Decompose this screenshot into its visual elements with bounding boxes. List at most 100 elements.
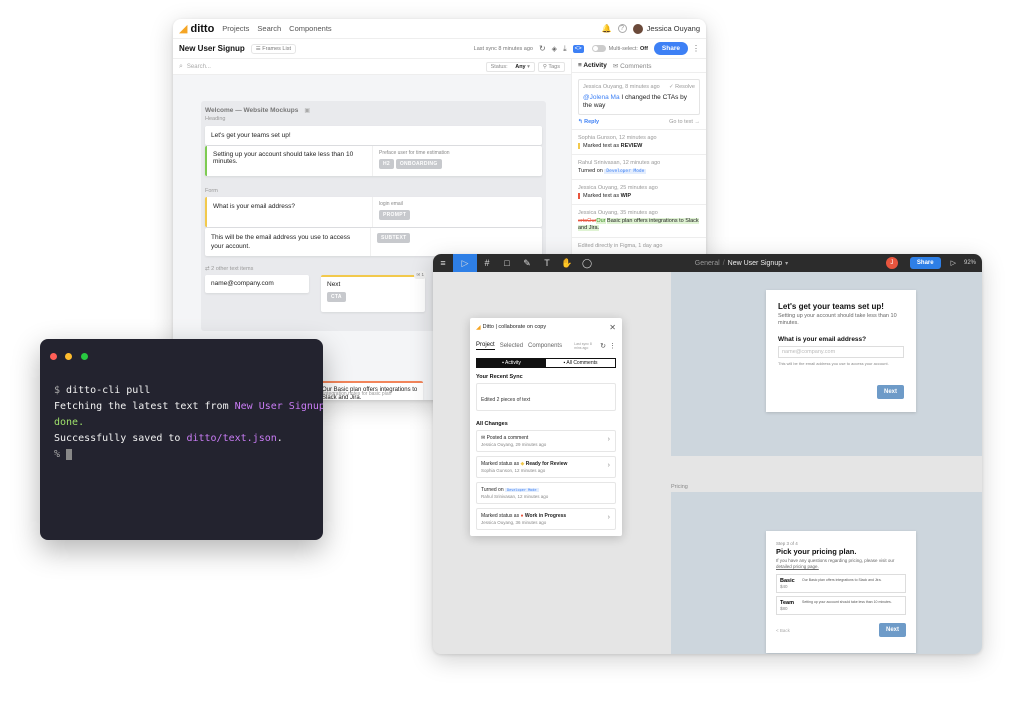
- move-tool-icon[interactable]: ▷: [453, 254, 477, 272]
- download-icon[interactable]: ⤓: [563, 44, 567, 54]
- pricing-frame[interactable]: Step 3 of 4 Pick your pricing plan. If y…: [766, 531, 916, 653]
- tab-comments[interactable]: ✉ Comments: [613, 62, 652, 70]
- text-item-email-desc[interactable]: This will be the email address you use t…: [205, 228, 542, 256]
- output-text: Successfully saved to: [54, 433, 187, 444]
- change-item[interactable]: ✉ Posted a comment Jessica Ouyang, 29 mi…: [476, 430, 616, 452]
- refresh-icon[interactable]: ↻: [539, 44, 546, 53]
- minimize-dot[interactable]: [65, 353, 73, 360]
- signup-frame[interactable]: Let's get your teams set up! Setting up …: [766, 290, 916, 412]
- tag-prompt[interactable]: PROMPT: [379, 210, 411, 220]
- nav-search[interactable]: Search: [257, 24, 281, 33]
- plan-note: Integration notes for basic plan: [323, 391, 392, 397]
- terminal-line[interactable]: %: [54, 447, 309, 463]
- plan-option[interactable]: Team $80 Setting up your account should t…: [776, 596, 906, 615]
- chevron-down-icon[interactable]: ▾: [785, 260, 788, 267]
- frames-list-button[interactable]: ☰ Frames List: [250, 43, 296, 54]
- activity-entry[interactable]: Marked text as REVIEW: [578, 143, 700, 149]
- tag-subtext[interactable]: SUBTEXT: [377, 233, 411, 243]
- tab-comments-label: Comments: [620, 62, 652, 70]
- comment-thread[interactable]: Jessica Ouyang, 8 minutes ago ✓ Resolve @…: [578, 79, 700, 115]
- cursor: [66, 448, 73, 460]
- present-icon[interactable]: ▷: [951, 259, 956, 267]
- go-to-text-link[interactable]: Go to text →: [669, 119, 700, 125]
- activity-entry[interactable]: Turned on Developer Mode: [578, 168, 700, 174]
- share-button[interactable]: Share: [653, 42, 688, 55]
- figma-toolbar: ≡ ▷ # □ ✎ T ✋ ◯ General / New User Signu…: [433, 254, 982, 272]
- tab-activity[interactable]: ≡ Activity: [578, 62, 607, 69]
- zoom-level[interactable]: 92%: [964, 260, 976, 266]
- change-item[interactable]: Turned on Developer Mode Rahul Srinivasa…: [476, 482, 616, 504]
- tab-project[interactable]: Project: [476, 342, 495, 350]
- close-icon[interactable]: ✕: [609, 323, 616, 332]
- avatar[interactable]: [632, 23, 643, 34]
- email-input[interactable]: name@company.com: [778, 346, 904, 358]
- resolve-button[interactable]: ✓ Resolve: [669, 84, 695, 90]
- change-item[interactable]: Marked status as ● Work in Progress Jess…: [476, 508, 616, 530]
- view-toggle[interactable]: ▪ Activity ▪ All Comments: [476, 358, 616, 368]
- toggle-activity[interactable]: ▪ Activity: [477, 358, 546, 368]
- tab-activity-label: Activity: [583, 62, 607, 69]
- tab-components[interactable]: Components: [528, 343, 562, 349]
- frame-tool-icon[interactable]: #: [477, 258, 497, 268]
- nav-projects[interactable]: Projects: [222, 24, 249, 33]
- hand-tool-icon[interactable]: ✋: [557, 258, 577, 269]
- breadcrumb-team[interactable]: General: [695, 260, 720, 267]
- ditto-logo[interactable]: ditto: [190, 23, 214, 35]
- tag-cta[interactable]: CTA: [327, 292, 346, 302]
- resolve-label: Resolve: [675, 84, 695, 90]
- share-button[interactable]: Share: [909, 257, 941, 269]
- mention-link[interactable]: @Jolena Ma: [583, 94, 620, 101]
- breadcrumb-file[interactable]: New User Signup: [728, 260, 782, 267]
- recent-sync-item[interactable]: Edited 2 pieces of text: [476, 383, 616, 411]
- text-item-email-desc-text: This will be the email address you use t…: [211, 234, 351, 250]
- maximize-dot[interactable]: [80, 353, 88, 360]
- tags-filter[interactable]: ⚲ Tags: [537, 61, 565, 72]
- pen-tool-icon[interactable]: ✎: [517, 258, 537, 269]
- text-item-email-question[interactable]: What is your email address? login email …: [205, 197, 542, 227]
- activity-entry[interactable]: ertsOurOur Basic plan offers integration…: [578, 218, 700, 232]
- close-dot[interactable]: [50, 353, 57, 360]
- more-icon[interactable]: ⋮: [692, 44, 700, 53]
- nav-components[interactable]: Components: [289, 24, 332, 33]
- back-link[interactable]: < Back: [776, 628, 790, 633]
- avatar[interactable]: J: [885, 257, 898, 269]
- comment-count-badge[interactable]: ✉ 1: [414, 271, 426, 279]
- reply-button[interactable]: ↰ Reply: [578, 119, 599, 125]
- pricing-link[interactable]: detailed pricing page.: [776, 564, 819, 569]
- activity-entry[interactable]: Marked text as WIP: [578, 193, 700, 199]
- text-item-heading[interactable]: Let's get your teams set up!: [205, 126, 542, 145]
- pricing-label[interactable]: Pricing: [671, 484, 688, 490]
- toggle-comments[interactable]: ▪ All Comments: [546, 358, 615, 368]
- text-item-next[interactable]: Next CTA ✉ 1: [321, 271, 426, 312]
- menu-icon[interactable]: ≡: [433, 258, 453, 268]
- text-item-subheading[interactable]: Setting up your account should take less…: [205, 146, 542, 176]
- status-filter[interactable]: Status: Any ▾: [485, 61, 535, 72]
- notification-icon[interactable]: 🔔: [602, 24, 612, 33]
- tag-onboarding[interactable]: ONBOARDING: [395, 159, 442, 169]
- user-name[interactable]: Jessica Ouyang: [647, 24, 700, 33]
- tag-h2[interactable]: H2: [379, 159, 394, 169]
- text-tool-icon[interactable]: T: [537, 258, 557, 268]
- terminal-line: Fetching the latest text from New User S…: [54, 399, 323, 415]
- change-item[interactable]: Marked status as ◆ Ready for Review Soph…: [476, 456, 616, 478]
- toggle-activity-label: Activity: [505, 360, 521, 366]
- comment-tool-icon[interactable]: ◯: [577, 258, 597, 269]
- help-icon[interactable]: ?: [617, 24, 627, 33]
- search-input[interactable]: Search...: [187, 64, 211, 70]
- plan-option[interactable]: Basic $40 Our Basic plan offers integrati…: [776, 574, 906, 593]
- sync-icon[interactable]: ↻: [600, 342, 606, 350]
- multi-select-toggle[interactable]: [591, 45, 606, 52]
- shape-tool-icon[interactable]: □: [497, 258, 517, 268]
- code-icon[interactable]: <>: [572, 44, 584, 53]
- more-icon[interactable]: ⋮: [609, 342, 616, 350]
- tab-selected[interactable]: Selected: [500, 343, 523, 349]
- text-item-input[interactable]: name@company.com: [205, 275, 309, 293]
- activity-entry-text: Marked text as: [583, 193, 620, 199]
- group-title[interactable]: Welcome — Website Mockups: [205, 107, 298, 114]
- last-sync-text: Last sync 8 mins ago: [574, 342, 592, 350]
- wip-status-icon: ●: [520, 513, 524, 519]
- layers-icon[interactable]: ◈: [552, 45, 557, 53]
- go-to-text-label: Go to text: [669, 119, 693, 125]
- next-button[interactable]: Next: [876, 385, 904, 399]
- next-button[interactable]: Next: [878, 623, 906, 637]
